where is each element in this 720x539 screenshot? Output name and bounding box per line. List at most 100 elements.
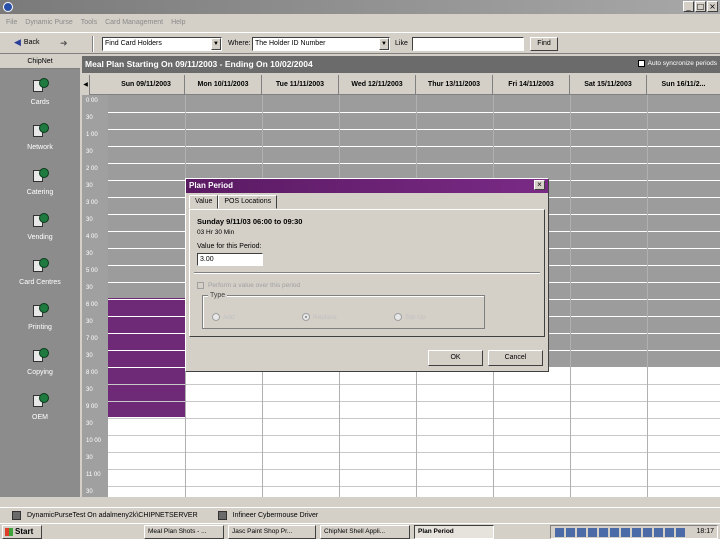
ok-button[interactable]: OK bbox=[428, 350, 483, 366]
time-label: 30 bbox=[86, 183, 93, 189]
sidebar-item-label: Vending bbox=[27, 233, 53, 241]
back-button[interactable]: ◀ Back bbox=[14, 38, 39, 47]
radio-replace[interactable]: Replace bbox=[302, 313, 337, 321]
grid-column-line bbox=[647, 95, 648, 497]
sidebar-item-network[interactable]: Network bbox=[0, 114, 80, 159]
sidebar-item-catering[interactable]: Catering bbox=[0, 159, 80, 204]
taskbar-task-active[interactable]: Plan Period bbox=[414, 525, 494, 539]
tray-icon[interactable] bbox=[643, 528, 652, 537]
find-select[interactable]: Find Card Holders ▼ bbox=[102, 37, 222, 51]
radio-label: Replace bbox=[313, 313, 337, 321]
sidebar-item-oem[interactable]: OEM bbox=[0, 384, 80, 429]
where-select[interactable]: The Holder ID Number ▼ bbox=[252, 37, 390, 51]
cancel-button[interactable]: Cancel bbox=[488, 350, 543, 366]
tray-icon[interactable] bbox=[577, 528, 586, 537]
sidebar-item-label: Network bbox=[27, 143, 53, 151]
time-label: 3 00 bbox=[86, 200, 98, 206]
tab-pos-locations[interactable]: POS Locations bbox=[218, 195, 278, 209]
close-button[interactable]: × bbox=[707, 1, 718, 12]
grid-row-line bbox=[108, 146, 720, 147]
sidebar-item-label: Copying bbox=[27, 368, 53, 376]
day-header-cell[interactable]: Sun 09/11/2003 bbox=[108, 75, 185, 95]
time-label: 30 bbox=[86, 285, 93, 291]
toolbar: ◀ Back ➜ Find Card Holders ▼ Where: The … bbox=[0, 32, 720, 54]
like-input[interactable] bbox=[412, 37, 524, 51]
day-header-cell[interactable]: Tue 11/11/2003 bbox=[262, 75, 339, 95]
radio-add[interactable]: Add bbox=[212, 313, 235, 321]
sidebar-item-label: OEM bbox=[32, 413, 48, 421]
grid-row-line bbox=[108, 418, 720, 419]
tray-icon[interactable] bbox=[632, 528, 641, 537]
menu-card-management[interactable]: Card Management bbox=[105, 19, 163, 26]
radio-circle[interactable] bbox=[212, 313, 220, 321]
network-icon bbox=[31, 122, 49, 141]
copying-icon bbox=[31, 347, 49, 366]
autosync-toggle[interactable]: Auto syncronize periods bbox=[637, 60, 717, 67]
scroll-left-icon[interactable]: ◀ bbox=[82, 75, 90, 95]
day-header-cell[interactable]: Fri 14/11/2003 bbox=[493, 75, 570, 95]
value-input[interactable]: 3.00 bbox=[197, 253, 263, 266]
menu-help[interactable]: Help bbox=[171, 19, 185, 26]
menu-bar: File Dynamic Purse Tools Card Management… bbox=[0, 14, 720, 30]
tray-icon[interactable] bbox=[566, 528, 575, 537]
menu-tools[interactable]: Tools bbox=[81, 19, 97, 26]
autosync-checkbox[interactable] bbox=[637, 60, 645, 67]
tray-icon[interactable] bbox=[676, 528, 685, 537]
type-label: Type bbox=[208, 292, 228, 299]
radio-top-up[interactable]: Top Up bbox=[394, 313, 426, 321]
tray-icon[interactable] bbox=[610, 528, 619, 537]
status-mouse-driver: Infineer Cybermouse Driver bbox=[232, 511, 319, 519]
tray-icon[interactable] bbox=[588, 528, 597, 537]
menu-dynamic-purse[interactable]: Dynamic Purse bbox=[25, 19, 72, 26]
find-button[interactable]: Find bbox=[530, 37, 558, 51]
chevron-down-icon[interactable]: ▼ bbox=[211, 38, 221, 50]
day-header-cell[interactable]: Mon 10/11/2003 bbox=[185, 75, 262, 95]
sidebar-item-copying[interactable]: Copying bbox=[0, 339, 80, 384]
tray-icon[interactable] bbox=[621, 528, 630, 537]
sidebar-item-cards[interactable]: Cards bbox=[0, 69, 80, 114]
perform-option: Perform a value over this period bbox=[197, 282, 300, 289]
perform-checkbox[interactable] bbox=[197, 282, 204, 289]
day-header-cell[interactable]: Sun 16/11/2... bbox=[647, 75, 720, 95]
tray-icon[interactable] bbox=[555, 528, 564, 537]
status-bar: DynamicPurseTest On adalmeny2k\CHIPNETSE… bbox=[0, 507, 720, 522]
sidebar-item-vending[interactable]: Vending bbox=[0, 204, 80, 249]
grid-row-line bbox=[108, 163, 720, 164]
day-header-cell[interactable]: Thur 13/11/2003 bbox=[416, 75, 493, 95]
app-icon bbox=[3, 2, 13, 12]
start-button[interactable]: Start bbox=[2, 525, 42, 539]
time-label: 7 00 bbox=[86, 336, 98, 342]
grid-row-line bbox=[108, 486, 720, 487]
close-icon[interactable]: × bbox=[534, 180, 545, 190]
menu-file[interactable]: File bbox=[6, 19, 17, 26]
tray-icon[interactable] bbox=[599, 528, 608, 537]
time-label: 30 bbox=[86, 489, 93, 495]
mouse-icon bbox=[217, 510, 227, 520]
day-header-cell[interactable]: Wed 12/11/2003 bbox=[339, 75, 416, 95]
day-header-cell[interactable]: Sat 15/11/2003 bbox=[570, 75, 647, 95]
tab-value[interactable]: Value bbox=[189, 195, 219, 209]
tray-icon[interactable] bbox=[654, 528, 663, 537]
grid-row-line bbox=[108, 384, 720, 385]
forward-arrow-icon[interactable]: ➜ bbox=[60, 38, 68, 49]
taskbar-task[interactable]: ChipNet Shell Appli... bbox=[320, 525, 410, 539]
find-value: Card Holders bbox=[120, 40, 162, 47]
sidebar-item-printing[interactable]: Printing bbox=[0, 294, 80, 339]
time-label: 30 bbox=[86, 353, 93, 359]
grid-row-line bbox=[108, 452, 720, 453]
minimize-button[interactable]: _ bbox=[683, 1, 694, 12]
time-label: 30 bbox=[86, 115, 93, 121]
sidebar-item-label: Printing bbox=[28, 323, 52, 331]
time-label: 9 00 bbox=[86, 404, 98, 410]
tray-icon[interactable] bbox=[665, 528, 674, 537]
cards-icon bbox=[31, 77, 49, 96]
taskbar-task[interactable]: Meal Plan Shots - ... bbox=[144, 525, 224, 539]
maximize-button[interactable]: □ bbox=[695, 1, 706, 12]
radio-circle[interactable] bbox=[394, 313, 402, 321]
radio-circle[interactable] bbox=[302, 313, 310, 321]
divider bbox=[194, 272, 540, 274]
chevron-down-icon[interactable]: ▼ bbox=[379, 38, 389, 50]
sidebar-item-card-centres[interactable]: Card Centres bbox=[0, 249, 80, 294]
grid-row-line bbox=[108, 129, 720, 130]
taskbar-task[interactable]: Jasc Paint Shop Pr... bbox=[228, 525, 316, 539]
